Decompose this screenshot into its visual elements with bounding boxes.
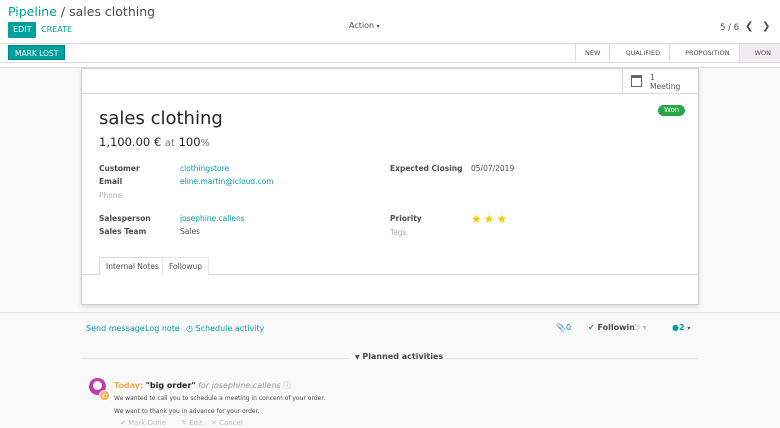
- star-icon[interactable]: ★: [497, 212, 510, 226]
- phone-label: Phone: [99, 191, 123, 200]
- expected-closing-value: 05/07/2019: [471, 164, 515, 173]
- schedule-activity-label: Schedule activity: [195, 324, 265, 333]
- breadcrumb-current: sales clothing: [69, 4, 156, 19]
- followers-count: 2: [678, 323, 685, 332]
- activity-note-line-1: We wanted to call you to schedule a meet…: [114, 395, 326, 402]
- action-dropdown[interactable]: Action ▾: [349, 21, 380, 30]
- priority-stars[interactable]: ★★★: [471, 212, 509, 226]
- star-icon[interactable]: ★: [471, 212, 484, 226]
- at-label: at: [164, 138, 175, 149]
- stage-won[interactable]: WON: [738, 44, 780, 62]
- phone-icon: ✆: [99, 390, 110, 401]
- paperclip-icon: 📎: [556, 323, 566, 332]
- chevron-left-icon[interactable]: ❮: [745, 21, 753, 32]
- activity-note-line-2: We want to thank you in advance for your…: [114, 408, 260, 415]
- mark-lost-button[interactable]: MARK LOST: [8, 45, 66, 60]
- calendar-icon: [631, 75, 642, 87]
- customer-label: Customer: [99, 164, 140, 173]
- mark-done-button[interactable]: ✔ Mark Done: [120, 419, 166, 427]
- caret-down-icon: ▾: [376, 23, 380, 30]
- caret-down-icon: ▾: [687, 325, 691, 332]
- meeting-smart-button[interactable]: 1 Meeting: [622, 69, 698, 94]
- user-icon: ●: [672, 323, 679, 332]
- email-label: Email: [99, 177, 123, 186]
- expected-revenue: 1,100.00 €: [99, 135, 162, 149]
- cancel-activity-button[interactable]: ✕ Cancel: [211, 419, 243, 427]
- caret-down-icon: ▼: [355, 354, 360, 361]
- mark-done-label: Mark Done: [128, 419, 167, 427]
- breadcrumb-pipeline-link[interactable]: Pipeline: [8, 4, 57, 19]
- notebook-tabs: Internal Notes Followup: [82, 255, 698, 275]
- sales-team-value: Sales: [180, 227, 200, 236]
- breadcrumb: Pipeline / sales clothing: [8, 4, 155, 19]
- meeting-label: Meeting: [650, 82, 681, 91]
- star-icon[interactable]: ★: [484, 212, 497, 226]
- planned-divider-left: [81, 358, 349, 359]
- bell-icon[interactable]: ☋ ▾: [633, 323, 647, 332]
- activity-summary: "big order": [145, 381, 196, 390]
- clock-icon: ◷: [186, 324, 193, 333]
- activity-due: Today:: [114, 381, 144, 390]
- won-badge: Won: [658, 105, 686, 116]
- sales-team-label: Sales Team: [99, 227, 147, 236]
- tab-internal-notes[interactable]: Internal Notes: [99, 257, 166, 275]
- cancel-activity-label: Cancel: [219, 419, 243, 427]
- edit-button[interactable]: EDIT: [8, 22, 37, 38]
- button-box: 1 Meeting: [82, 69, 698, 94]
- followers-button[interactable]: ●2 ▾: [672, 323, 690, 332]
- pencil-icon: ✎: [181, 419, 187, 427]
- salesperson-link[interactable]: josephine.callens: [180, 214, 245, 223]
- activity-header: Today: "big order" for josephine.callens…: [114, 380, 291, 391]
- attachment-count: 0: [565, 323, 572, 332]
- edit-activity-label: Edit: [189, 419, 203, 427]
- following-label: Followin: [597, 323, 635, 332]
- schedule-activity-button[interactable]: ◷ Schedule activity: [186, 324, 264, 333]
- activity-assignee: for josephine.callens: [198, 381, 281, 390]
- close-icon: ✕: [211, 419, 217, 427]
- edit-activity-button[interactable]: ✎ Edit: [181, 419, 203, 427]
- attachments-button[interactable]: 📎0: [556, 323, 571, 332]
- planned-activities-toggle[interactable]: ▼ Planned activities: [355, 352, 443, 361]
- tags-label: Tags: [390, 228, 407, 237]
- revenue-line: 1,100.00 € at 100%: [99, 135, 210, 149]
- info-icon[interactable]: ⓘ: [283, 381, 291, 390]
- planned-divider-right: [433, 358, 699, 359]
- stage-bar: NEW QUALIFIED PROPOSITION WON: [575, 44, 780, 62]
- email-link[interactable]: eline.martin@icloud.com: [180, 177, 274, 186]
- stage-proposition[interactable]: PROPOSITION: [669, 44, 739, 62]
- record-title: sales clothing: [99, 108, 223, 129]
- planned-activities-label: Planned activities: [362, 352, 444, 361]
- priority-label: Priority: [390, 214, 422, 223]
- create-button[interactable]: CREATE: [41, 22, 72, 38]
- following-button[interactable]: ✔ Followin: [588, 323, 635, 332]
- check-icon: ✔: [120, 419, 126, 427]
- stage-qualified[interactable]: QUALIFIED: [609, 44, 670, 62]
- chatter-divider: [0, 312, 780, 313]
- tab-followup[interactable]: Followup: [162, 257, 210, 275]
- pager-value[interactable]: 5 / 6: [720, 23, 739, 33]
- chevron-right-icon[interactable]: ❯: [762, 21, 770, 32]
- form-sheet: 1 Meeting Won sales clothing 1,100.00 € …: [81, 68, 699, 305]
- probability-value: 100: [178, 135, 201, 149]
- percent-sign: %: [200, 138, 211, 149]
- salesperson-label: Salesperson: [99, 214, 151, 223]
- send-message-button[interactable]: Send message: [86, 324, 145, 333]
- expected-closing-label: Expected Closing: [390, 164, 463, 173]
- check-icon: ✔: [588, 323, 595, 332]
- meeting-count: 1: [650, 73, 655, 82]
- customer-link[interactable]: clothingstore: [180, 164, 229, 173]
- breadcrumb-separator: /: [60, 4, 66, 19]
- stage-new[interactable]: NEW: [575, 44, 610, 62]
- log-note-button[interactable]: Log note: [145, 324, 180, 333]
- action-label: Action: [349, 21, 375, 30]
